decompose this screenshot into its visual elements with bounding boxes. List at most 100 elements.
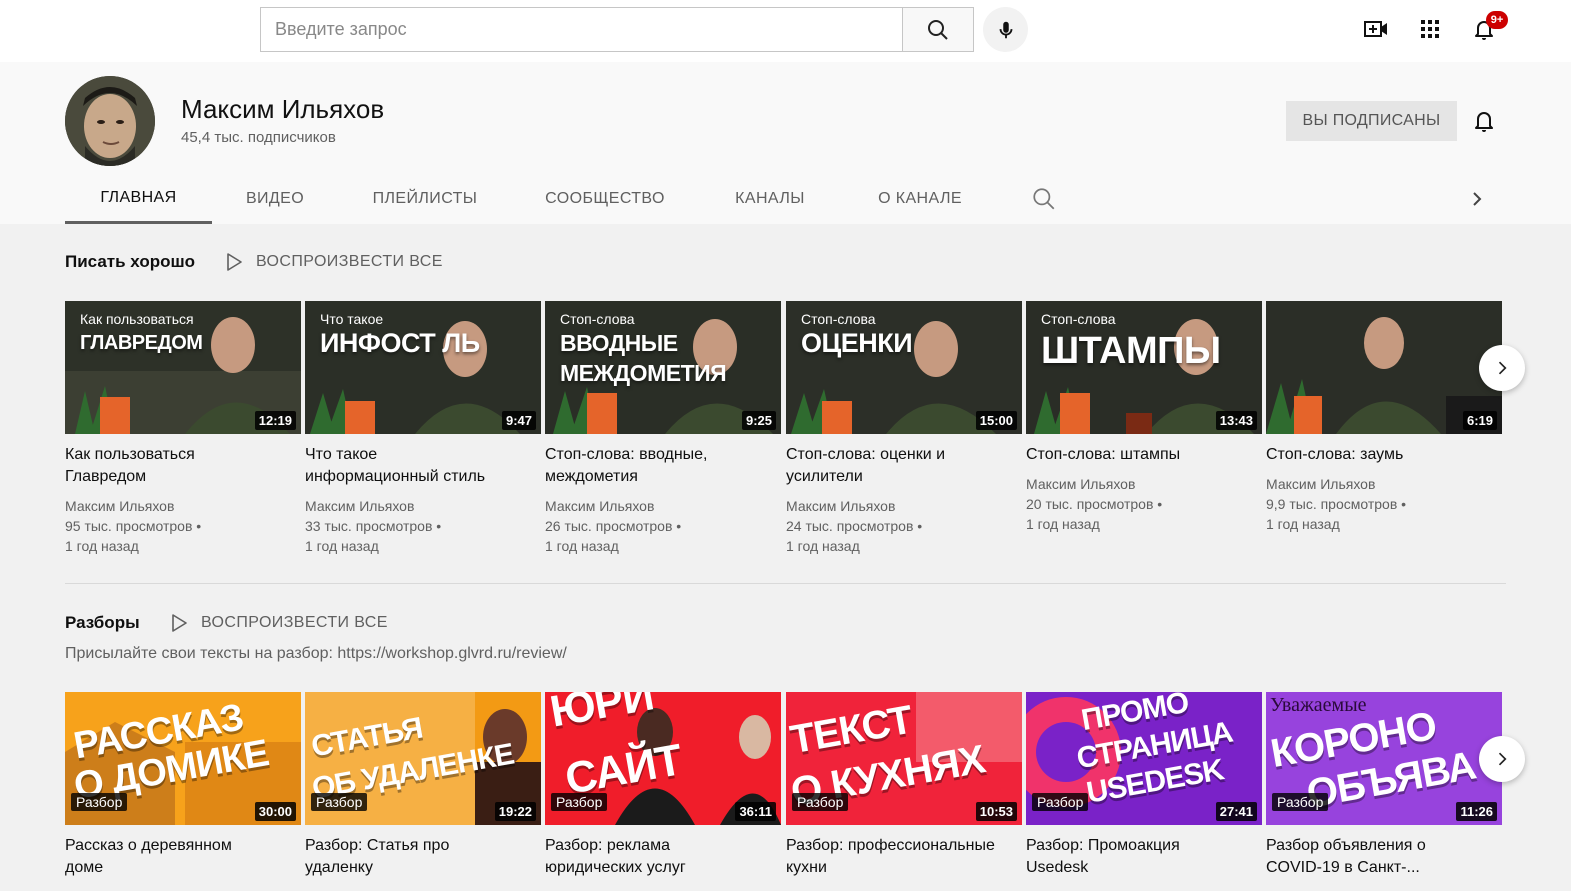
search-icon — [928, 19, 948, 40]
video-title[interactable]: Стоп-слова: штампы — [1026, 444, 1262, 466]
video-card[interactable]: ЮРИ САЙТ Разбор 36:11 Разбор: реклама юри… — [545, 692, 781, 879]
top-bar: 9+ — [0, 0, 1571, 62]
shelf-title[interactable]: Писать хорошо — [65, 252, 195, 272]
tab-about[interactable]: О КАНАЛЕ — [860, 174, 980, 224]
video-channel[interactable]: Максим Ильяхов — [545, 496, 781, 516]
video-duration: 15:00 — [975, 411, 1017, 430]
tab-channels[interactable]: КАНАЛЫ — [715, 174, 825, 224]
shelf-next-button[interactable] — [1479, 736, 1525, 782]
video-tag: Разбор — [71, 793, 128, 811]
video-thumbnail[interactable]: 6:19 — [1266, 301, 1502, 434]
shelf-title[interactable]: Разборы — [65, 613, 140, 633]
apps-button[interactable] — [1416, 15, 1444, 43]
video-title[interactable]: Рассказ о деревянном доме — [65, 835, 301, 879]
shelf-description: Присылайте свои тексты на разбор: https:… — [65, 645, 567, 662]
chevron-right-icon — [1498, 361, 1507, 375]
video-card[interactable]: СТАТЬЯ ОБ УДАЛЕНКЕ Разбор 19:22 Разбор: … — [305, 692, 541, 879]
video-title[interactable]: Разбор: Статья про удаленку — [305, 835, 541, 879]
video-age: 1 год назад — [305, 538, 379, 554]
video-thumbnail[interactable]: ПРОМО СТРАНИЦА USEDESK Разбор 27:41 — [1026, 692, 1262, 825]
video-views: 9,9 тыс. просмотров • — [1266, 496, 1407, 512]
channel-avatar[interactable] — [65, 76, 155, 166]
video-card[interactable]: Что такое ИНФОСТ ЛЬ 9:47 Что такое информ… — [305, 301, 541, 556]
search-input[interactable] — [260, 7, 903, 52]
create-video-button[interactable] — [1362, 15, 1390, 43]
video-thumbnail[interactable]: РАССКАЗ О ДОМИКЕ Разбор 30:00 — [65, 692, 301, 825]
video-card[interactable]: Стоп-слова ОЦЕНКИ 15:00 Стоп-слова: оцен… — [786, 301, 1022, 556]
play-all-button[interactable]: ВОСПРОИЗВЕСТИ ВСЕ — [171, 614, 388, 632]
chevron-right-icon — [1498, 752, 1507, 766]
video-duration: 12:19 — [254, 411, 296, 430]
voice-search-button[interactable] — [983, 7, 1028, 52]
video-card[interactable]: ПРОМО СТРАНИЦА USEDESK Разбор 27:41 Разб… — [1026, 692, 1262, 879]
video-card[interactable]: 6:19 Стоп-слова: заумь Максим Ильяхов 9,… — [1266, 301, 1502, 534]
notifications-button[interactable]: 9+ — [1470, 11, 1508, 43]
video-channel[interactable]: Максим Ильяхов — [305, 496, 541, 516]
video-views: 26 тыс. просмотров • — [545, 518, 682, 534]
video-tag: Разбор — [1272, 793, 1329, 811]
video-title[interactable]: Разбор объявления о COVID-19 в Санкт-... — [1266, 835, 1502, 879]
video-title[interactable]: Как пользоваться Главредом — [65, 444, 301, 488]
play-icon — [227, 253, 242, 271]
play-all-label: ВОСПРОИЗВЕСТИ ВСЕ — [256, 253, 443, 270]
video-card[interactable]: ТЕКСТ О КУХНЯХ Разбор 10:53 Разбор: проф… — [786, 692, 1022, 879]
channel-search-button[interactable] — [1031, 186, 1057, 212]
video-channel[interactable]: Максим Ильяхов — [65, 496, 301, 516]
video-card[interactable]: Уважаемые КОРОНО ОБЪЯВА Разбор 11:26 Раз… — [1266, 692, 1502, 879]
search-icon — [1033, 188, 1055, 210]
thumbnail-headline: ВВОДНЫЕ — [560, 330, 678, 356]
channel-name: Максим Ильяхов — [181, 94, 385, 124]
chevron-right-icon — [1473, 192, 1482, 206]
video-title[interactable]: Разбор: профессиональные кухни — [786, 835, 1022, 879]
notifications-badge: 9+ — [1486, 11, 1508, 29]
video-card[interactable]: Стоп-слова ШТАМПЫ 13:43 Стоп-слова: штам… — [1026, 301, 1262, 534]
microphone-icon — [999, 21, 1012, 38]
video-channel[interactable]: Максим Ильяхов — [1026, 474, 1262, 494]
video-thumbnail[interactable]: Как пользоваться ГЛАВРЕДОМ 12:19 — [65, 301, 301, 434]
video-tag: Разбор — [311, 793, 368, 811]
subscribed-button[interactable]: ВЫ ПОДПИСАНЫ — [1286, 101, 1457, 141]
video-tag: Разбор — [792, 793, 849, 811]
video-thumbnail[interactable]: ТЕКСТ О КУХНЯХ Разбор 10:53 — [786, 692, 1022, 825]
video-thumbnail[interactable]: Стоп-слова ВВОДНЫЕ МЕЖДОМЕТИЯ 9:25 — [545, 301, 781, 434]
video-title[interactable]: Стоп-слова: заумь — [1266, 444, 1502, 466]
thumbnail-headline: ОЦЕНКИ — [801, 328, 913, 358]
video-thumbnail[interactable]: Что такое ИНФОСТ ЛЬ 9:47 — [305, 301, 541, 434]
video-views: 33 тыс. просмотров • — [305, 518, 442, 534]
tab-playlists[interactable]: ПЛЕЙЛИСТЫ — [355, 174, 495, 224]
shelf-divider — [65, 583, 1506, 584]
thumbnail-caption: Уважаемые — [1270, 694, 1367, 716]
subscriber-count: 45,4 тыс. подписчиков — [181, 129, 336, 146]
play-all-button[interactable]: ВОСПРОИЗВЕСТИ ВСЕ — [226, 253, 443, 271]
video-duration: 36:11 — [735, 802, 776, 821]
video-thumbnail[interactable]: Стоп-слова ШТАМПЫ 13:43 — [1026, 301, 1262, 434]
video-channel[interactable]: Максим Ильяхов — [786, 496, 1022, 516]
thumbnail-caption: Стоп-слова — [1041, 311, 1116, 327]
video-channel[interactable]: Максим Ильяхов — [1266, 474, 1502, 494]
channel-notifications-button[interactable] — [1470, 107, 1498, 135]
video-title[interactable]: Стоп-слова: оценки и усилители — [786, 444, 1022, 488]
video-duration: 27:41 — [1215, 802, 1257, 821]
thumbnail-caption: Как пользоваться — [80, 311, 194, 327]
shelf-next-button[interactable] — [1479, 345, 1525, 391]
video-tag: Разбор — [551, 793, 608, 811]
video-card[interactable]: Стоп-слова ВВОДНЫЕ МЕЖДОМЕТИЯ 9:25 Стоп-… — [545, 301, 781, 556]
video-card[interactable]: РАССКАЗ О ДОМИКЕ Разбор 30:00 Рассказ о … — [65, 692, 301, 879]
video-duration: 13:43 — [1215, 411, 1257, 430]
video-title[interactable]: Разбор: реклама юридических услуг — [545, 835, 781, 879]
search-button[interactable] — [902, 7, 974, 52]
video-thumbnail[interactable]: Стоп-слова ОЦЕНКИ 15:00 — [786, 301, 1022, 434]
video-title[interactable]: Разбор: Промоакция Usedesk — [1026, 835, 1262, 879]
play-all-label: ВОСПРОИЗВЕСТИ ВСЕ — [201, 614, 388, 631]
video-thumbnail[interactable]: Уважаемые КОРОНО ОБЪЯВА Разбор 11:26 — [1266, 692, 1502, 825]
thumbnail-caption: Стоп-слова — [560, 311, 635, 327]
video-card[interactable]: Как пользоваться ГЛАВРЕДОМ 12:19 Как пол… — [65, 301, 301, 556]
tab-home[interactable]: ГЛАВНАЯ — [65, 174, 212, 224]
tabs-next-button[interactable] — [1465, 187, 1489, 211]
video-thumbnail[interactable]: СТАТЬЯ ОБ УДАЛЕНКЕ Разбор 19:22 — [305, 692, 541, 825]
video-title[interactable]: Стоп-слова: вводные, междометия — [545, 444, 781, 488]
tab-videos[interactable]: ВИДЕО — [225, 174, 325, 224]
video-title[interactable]: Что такое информационный стиль — [305, 444, 541, 488]
tab-community[interactable]: СООБЩЕСТВО — [530, 174, 680, 224]
video-thumbnail[interactable]: ЮРИ САЙТ Разбор 36:11 — [545, 692, 781, 825]
